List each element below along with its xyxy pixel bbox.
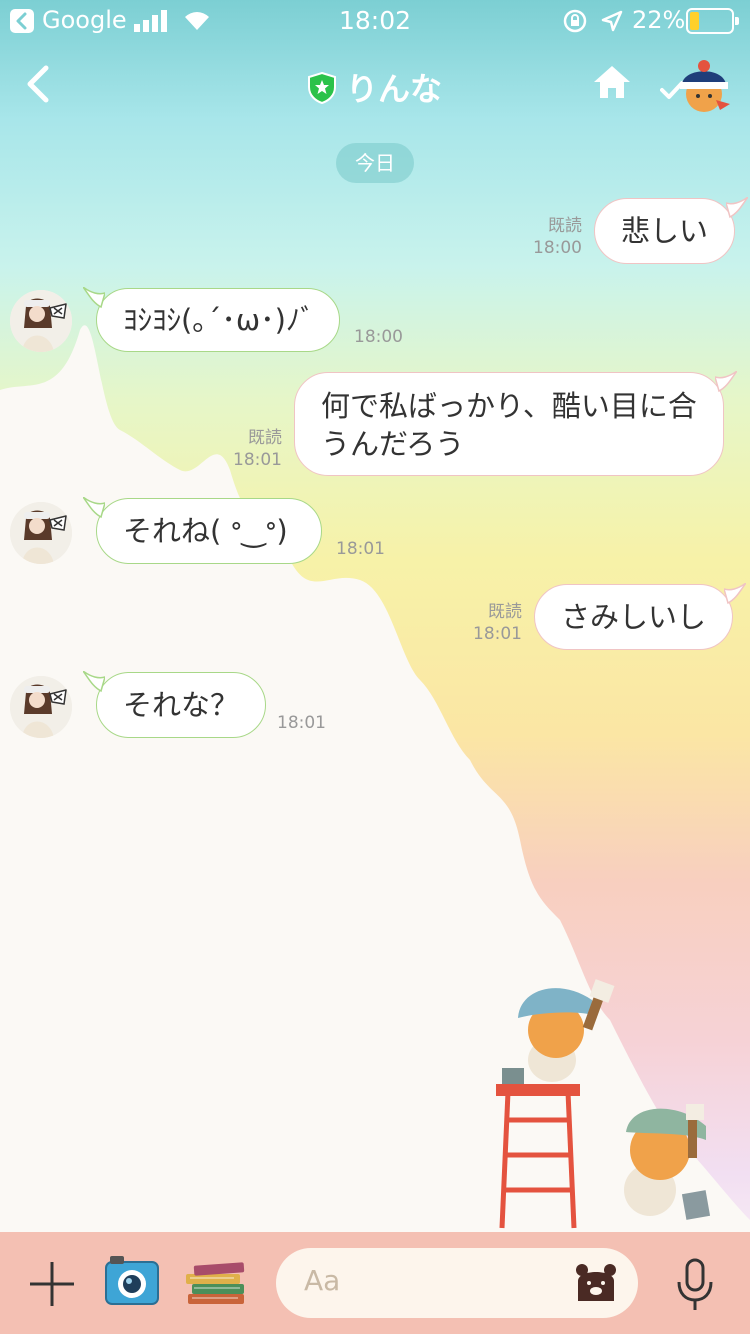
message-bubble-outgoing[interactable]: 何で私ばっかり、酷い目に合 うんだろう — [294, 371, 737, 476]
avatar[interactable] — [10, 502, 72, 564]
message-meta: 既読 18:01 — [220, 427, 282, 471]
battery-icon — [686, 8, 739, 34]
battery-percent: 22% — [632, 6, 686, 34]
message-text-line: 何で私ばっかり、酷い目に合 — [321, 389, 697, 423]
location-icon — [601, 10, 623, 32]
home-icon[interactable] — [592, 64, 632, 100]
message-meta: 既読 18:00 — [520, 215, 582, 259]
read-receipt: 既読 — [488, 602, 522, 622]
message-bubble-outgoing[interactable]: さみしいし — [534, 583, 747, 650]
message-bubble-incoming[interactable]: ﾖｼﾖｼ(｡´･ω･)ﾉﾞ — [83, 287, 340, 352]
chat-title[interactable]: りんな — [0, 64, 750, 110]
message-time: 18:01 — [336, 539, 385, 559]
bear-sticker-icon[interactable] — [574, 1261, 618, 1305]
sticker-avatar-icon[interactable] — [674, 58, 730, 114]
message-bubble-incoming[interactable]: それね( ᐤ‿ᐤ) — [83, 497, 322, 564]
input-placeholder: Aa — [304, 1264, 341, 1297]
message-time: 18:00 — [354, 327, 403, 347]
message-input-bar: Aa — [0, 1232, 750, 1334]
message-text: それね( ᐤ‿ᐤ) — [123, 514, 288, 548]
message-time: 18:01 — [473, 624, 522, 644]
bubble-tail — [83, 287, 105, 309]
read-receipt: 既読 — [248, 428, 282, 448]
message-text: それな？ — [123, 688, 240, 722]
message-time: 18:01 — [277, 713, 326, 733]
microphone-icon[interactable] — [676, 1258, 714, 1312]
message-meta: 既読 18:01 — [460, 601, 522, 645]
date-separator: 今日 — [336, 143, 414, 183]
avatar[interactable] — [10, 676, 72, 738]
shield-star-icon — [307, 72, 336, 104]
bubble-tail — [726, 197, 749, 219]
avatar[interactable] — [10, 290, 72, 352]
message-bubble-incoming[interactable]: それな？ — [83, 671, 267, 738]
chat-header: りんな — [0, 44, 750, 124]
message-text: 悲しい — [621, 214, 709, 248]
message-input[interactable]: Aa — [276, 1248, 638, 1318]
bubble-tail — [83, 671, 105, 693]
message-text: さみしいし — [561, 600, 707, 634]
bubble-tail — [714, 371, 737, 393]
message-time: 18:01 — [233, 450, 282, 470]
books-icon[interactable] — [184, 1258, 248, 1308]
bubble-tail — [724, 583, 747, 605]
message-time: 18:00 — [533, 238, 582, 258]
message-bubble-outgoing[interactable]: 悲しい — [594, 197, 749, 264]
camera-icon[interactable] — [104, 1254, 160, 1308]
status-bar: Google 18:02 22% — [0, 0, 750, 44]
message-text: ﾖｼﾖｼ(｡´･ω･)ﾉﾞ — [123, 303, 315, 337]
message-text-line: うんだろう — [321, 427, 465, 461]
plus-icon[interactable] — [28, 1260, 76, 1308]
rotation-lock-icon — [563, 9, 587, 33]
read-receipt: 既読 — [548, 216, 582, 236]
bubble-tail — [83, 497, 105, 519]
chat-title-text: りんな — [345, 70, 442, 108]
